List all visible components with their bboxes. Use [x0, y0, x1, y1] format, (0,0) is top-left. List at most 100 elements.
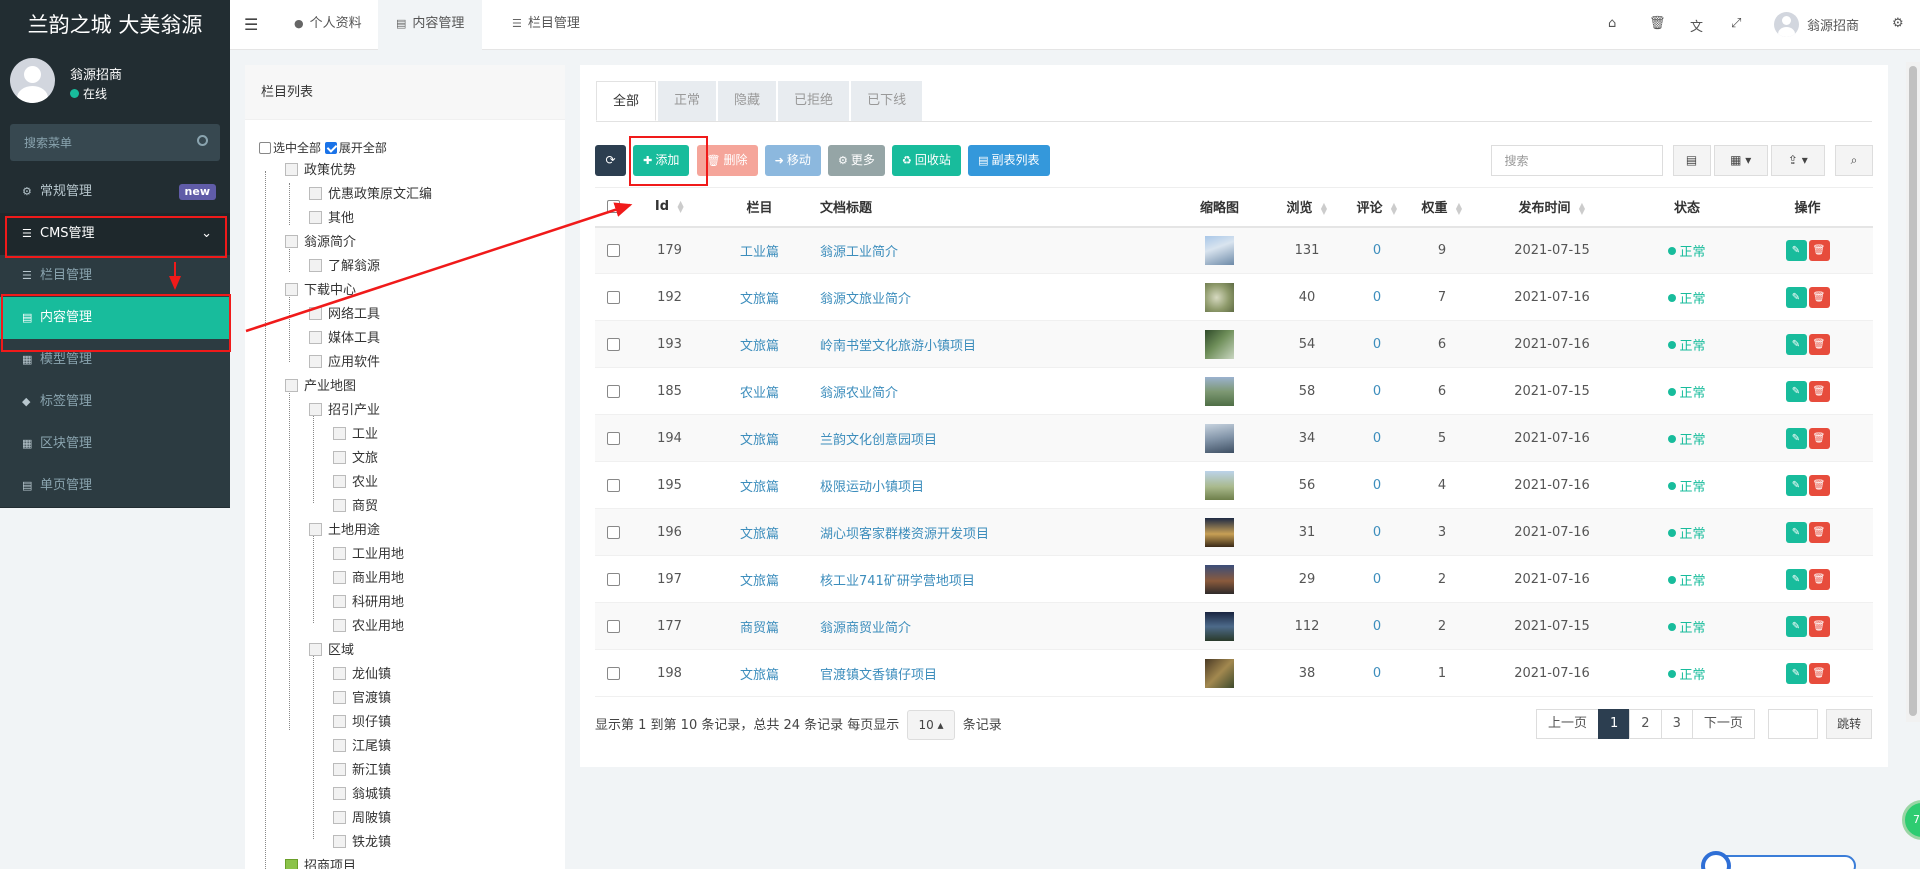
row-checkbox[interactable]	[607, 290, 620, 304]
cell-comments-link[interactable]: 0	[1342, 273, 1412, 321]
thumbnail-image[interactable]	[1205, 376, 1234, 406]
row-checkbox[interactable]	[607, 666, 620, 680]
export-button[interactable]: ⇪ ▾	[1770, 145, 1825, 176]
cell-comments-link[interactable]: 0	[1342, 414, 1412, 462]
edit-button[interactable]: ✎	[1785, 521, 1807, 543]
delete-row-button[interactable]: 🗑	[1808, 474, 1830, 496]
thumbnail-image[interactable]	[1205, 423, 1234, 453]
tree-checkbox[interactable]	[285, 379, 298, 392]
cell-title-link[interactable]: 官渡镇文香镇仔项目	[812, 649, 1167, 697]
edit-button[interactable]: ✎	[1785, 427, 1807, 449]
delete-row-button[interactable]: 🗑	[1808, 333, 1830, 355]
tree-checkbox[interactable]	[285, 859, 298, 869]
tree-node[interactable]: 其他	[309, 209, 354, 229]
tree-checkbox[interactable]	[309, 523, 322, 536]
tree-node[interactable]: 优惠政策原文汇编	[309, 185, 432, 205]
user-menu[interactable]: 翁源招商	[1774, 12, 1859, 37]
settings-icon[interactable]: ⚙	[1892, 16, 1904, 31]
tree-checkbox[interactable]	[333, 595, 346, 608]
tab-normal[interactable]: 正常	[658, 81, 717, 121]
tree-node[interactable]: 官渡镇	[333, 689, 391, 709]
thumbnail-image[interactable]	[1205, 282, 1234, 312]
tree-node[interactable]: 网络工具	[309, 305, 380, 325]
cell-title-link[interactable]: 翁源文旅业简介	[812, 273, 1167, 321]
tab-offline[interactable]: 已下线	[851, 81, 923, 121]
tree-checkbox[interactable]	[309, 355, 322, 368]
delete-row-button[interactable]: 🗑	[1808, 521, 1830, 543]
tree-node[interactable]: 新江镇	[333, 761, 391, 781]
toggle-view-button[interactable]: ▤	[1672, 145, 1711, 176]
cell-title-link[interactable]: 极限运动小镇项目	[812, 461, 1167, 509]
delete-row-button[interactable]: 🗑	[1808, 380, 1830, 402]
col-comments[interactable]: 评论 ▲ ▼	[1342, 187, 1412, 228]
sidebar-item-blocks[interactable]: ▦ 区块管理	[0, 423, 230, 465]
tree-node[interactable]: 商贸	[333, 497, 378, 517]
cell-comments-link[interactable]: 0	[1342, 508, 1412, 556]
tab-hidden[interactable]: 隐藏	[718, 81, 777, 121]
tree-checkbox[interactable]	[333, 787, 346, 800]
tree-checkbox[interactable]	[309, 211, 322, 224]
tree-checkbox[interactable]	[333, 763, 346, 776]
tree-node[interactable]: 产业地图	[285, 377, 356, 397]
tree-checkbox[interactable]	[333, 427, 346, 440]
thumbnail-image[interactable]	[1205, 470, 1234, 500]
tab-channel[interactable]: ☰ 栏目管理	[494, 0, 598, 50]
tree-checkbox[interactable]	[333, 499, 346, 512]
tree-node[interactable]: 土地用途	[309, 521, 380, 541]
edit-button[interactable]: ✎	[1785, 380, 1807, 402]
cell-comments-link[interactable]: 0	[1342, 226, 1412, 274]
cell-channel-link[interactable]: 文旅篇	[707, 414, 812, 462]
edit-button[interactable]: ✎	[1785, 239, 1807, 261]
page-1-button[interactable]: 1	[1598, 709, 1631, 739]
sidebar-item-general[interactable]: ⚙ 常规管理 new	[0, 171, 230, 213]
tree-checkbox[interactable]	[309, 643, 322, 656]
tree-node[interactable]: 应用软件	[309, 353, 380, 373]
tree-checkbox[interactable]	[333, 475, 346, 488]
edit-button[interactable]: ✎	[1785, 286, 1807, 308]
edit-button[interactable]: ✎	[1785, 333, 1807, 355]
tree-checkbox[interactable]	[309, 331, 322, 344]
trash-icon[interactable]: 🗑	[1649, 16, 1666, 31]
row-checkbox[interactable]	[607, 431, 620, 445]
delete-row-button[interactable]: 🗑	[1808, 239, 1830, 261]
page-3-button[interactable]: 3	[1660, 709, 1693, 739]
tree-node[interactable]: 周陂镇	[333, 809, 391, 829]
search-icon[interactable]	[197, 135, 208, 146]
tree-node[interactable]: 商业用地	[333, 569, 404, 589]
menu-search-input[interactable]	[10, 124, 220, 161]
tree-checkbox[interactable]	[333, 835, 346, 848]
tree-node[interactable]: 龙仙镇	[333, 665, 391, 685]
move-button[interactable]: ➜ 移动	[764, 145, 821, 176]
tree-checkbox[interactable]	[333, 619, 346, 632]
floating-badge[interactable]: 70	[1902, 800, 1920, 840]
cell-comments-link[interactable]: 0	[1342, 320, 1412, 368]
edit-button[interactable]: ✎	[1785, 568, 1807, 590]
cell-title-link[interactable]: 湖心坝客家群楼资源开发项目	[812, 508, 1167, 556]
tree-node[interactable]: 江尾镇	[333, 737, 391, 757]
tree-checkbox[interactable]	[333, 547, 346, 560]
cell-title-link[interactable]: 翁源农业简介	[812, 367, 1167, 415]
row-checkbox[interactable]	[607, 478, 620, 492]
delete-row-button[interactable]: 🗑	[1808, 427, 1830, 449]
sidebar-item-pages[interactable]: ▤ 单页管理	[0, 465, 230, 507]
tree-node[interactable]: 农业用地	[333, 617, 404, 637]
columns-button[interactable]: ▦ ▾	[1713, 145, 1768, 176]
tree-checkbox[interactable]	[309, 259, 322, 272]
thumbnail-image[interactable]	[1205, 658, 1234, 688]
tree-node[interactable]: 翁城镇	[333, 785, 391, 805]
tree-node[interactable]: 下载中心	[285, 281, 356, 301]
cell-title-link[interactable]: 核工业741矿研学营地项目	[812, 555, 1167, 603]
tree-node[interactable]: 农业	[333, 473, 378, 493]
sidebar-item-tags[interactable]: ◆ 标签管理	[0, 381, 230, 423]
recycle-bin-button[interactable]: ♻ 回收站	[892, 145, 961, 176]
refresh-button[interactable]: ⟳	[595, 145, 626, 176]
page-scrollbar[interactable]	[1906, 62, 1920, 722]
tab-content[interactable]: ▤ 内容管理	[378, 0, 483, 50]
tab-profile[interactable]: ● 个人资料	[276, 0, 380, 50]
delete-row-button[interactable]: 🗑	[1808, 615, 1830, 637]
cell-comments-link[interactable]: 0	[1342, 367, 1412, 415]
cell-comments-link[interactable]: 0	[1342, 602, 1412, 650]
cell-channel-link[interactable]: 文旅篇	[707, 320, 812, 368]
col-publish-time[interactable]: 发布时间 ▲ ▼	[1472, 187, 1632, 228]
tree-checkbox[interactable]	[333, 571, 346, 584]
